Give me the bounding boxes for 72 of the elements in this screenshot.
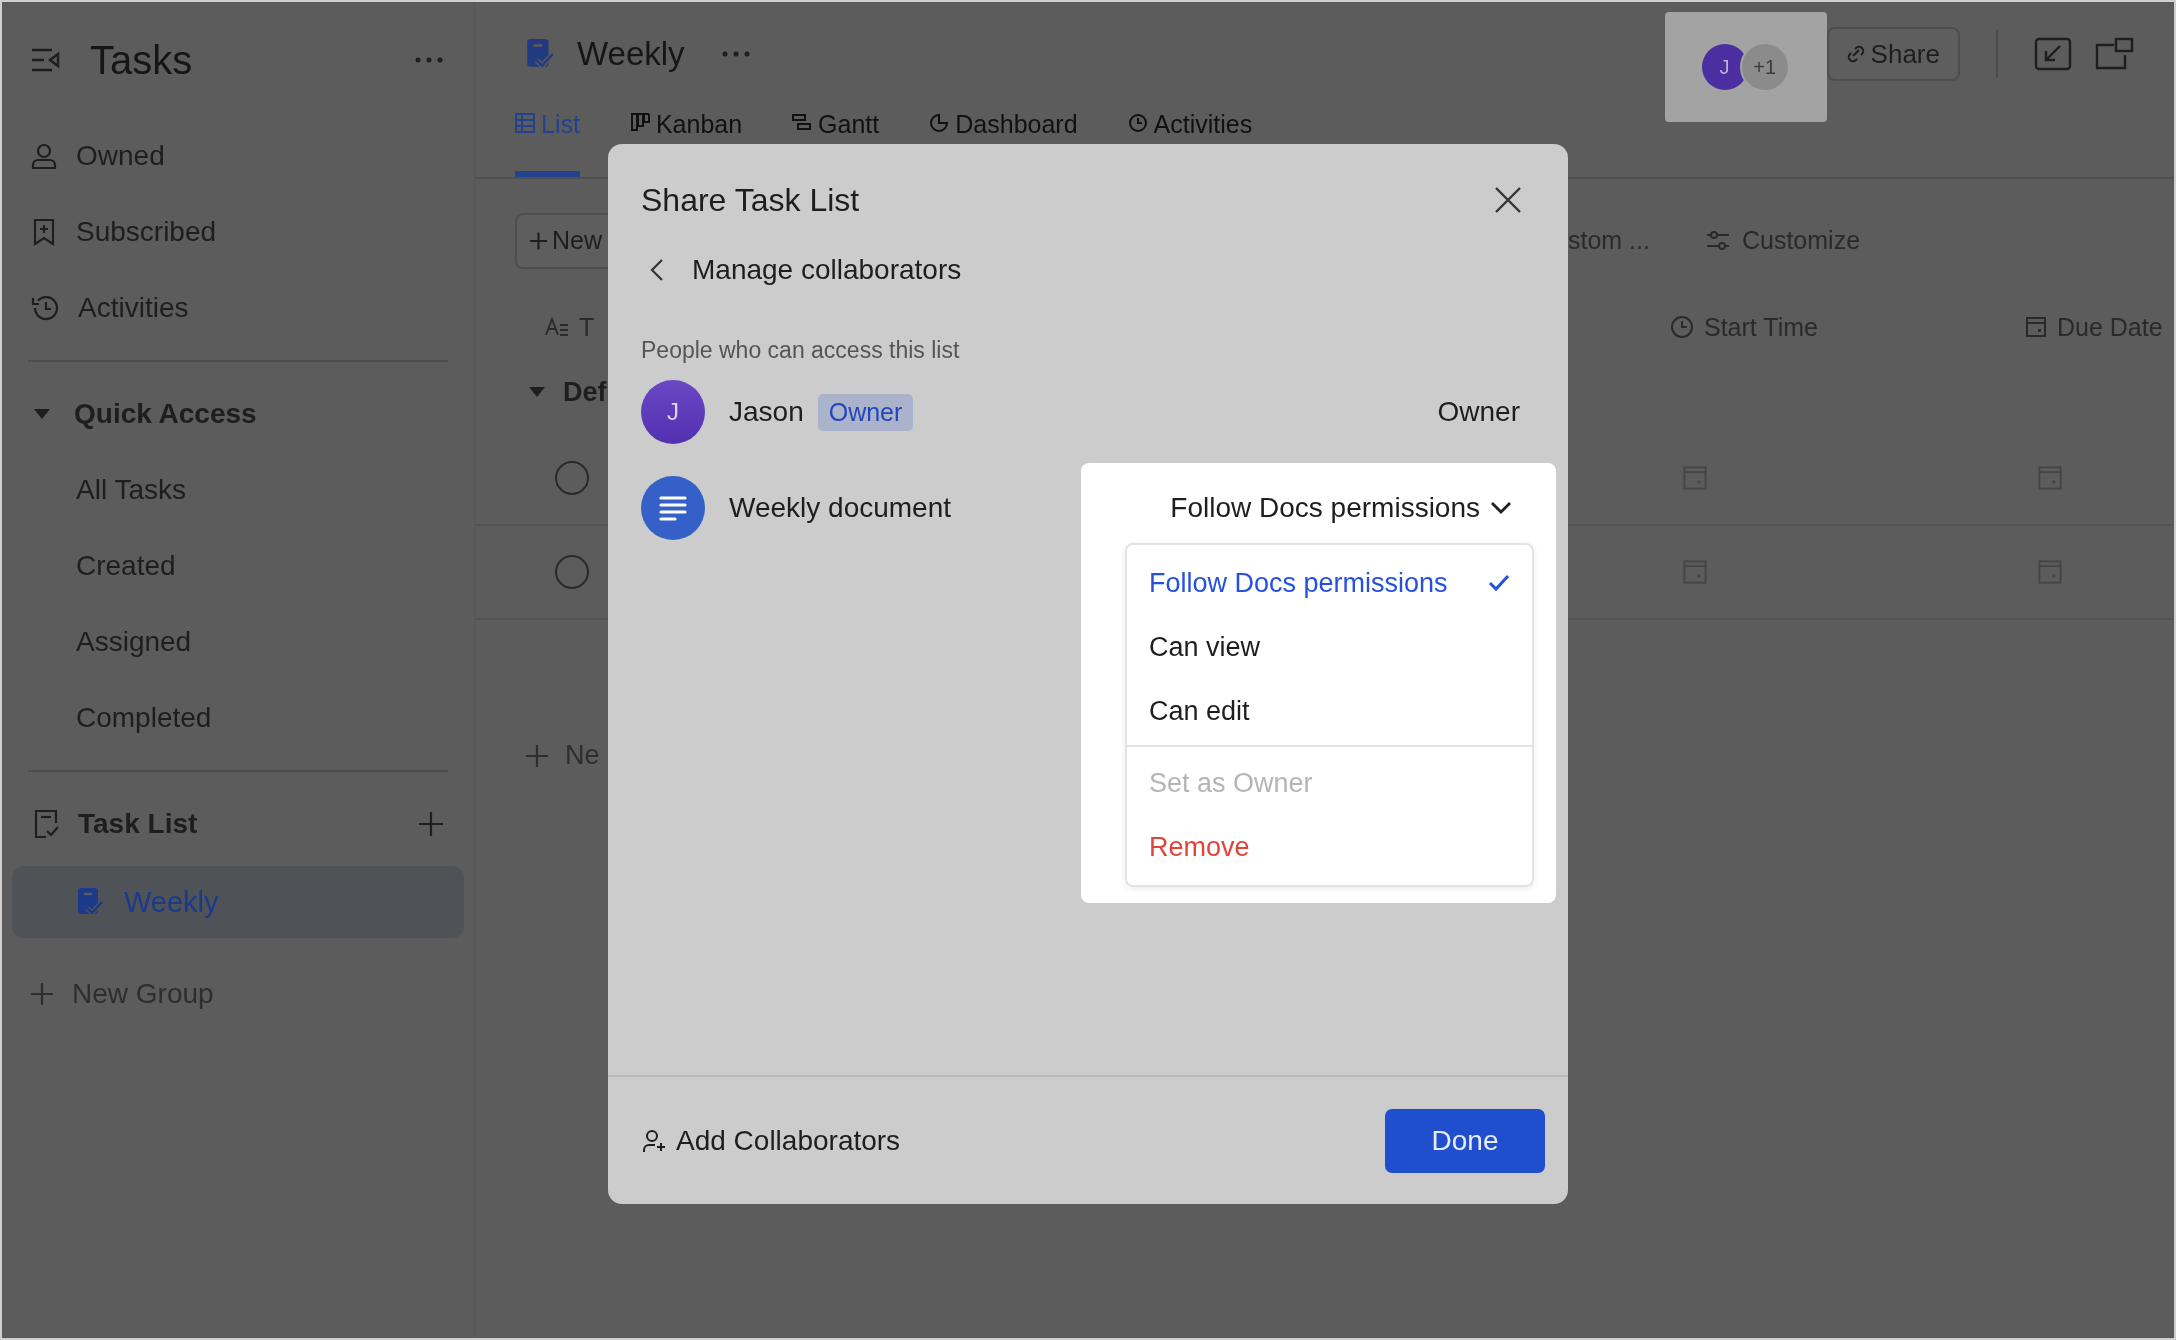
view-tab[interactable]: Gantt bbox=[792, 106, 880, 177]
collaborator-name: Jason bbox=[729, 396, 804, 428]
section-label: People who can access this list bbox=[640, 337, 961, 364]
close-icon[interactable] bbox=[1494, 186, 1522, 214]
collaborator-avatars[interactable]: J +1 bbox=[1664, 12, 1827, 122]
menu-option[interactable]: Can edit bbox=[1127, 679, 1532, 743]
collaborator-name: Weekly document bbox=[729, 492, 952, 524]
link-icon bbox=[1846, 43, 1865, 65]
quick-access-header[interactable]: Quick Access bbox=[12, 376, 464, 452]
sidebar-item[interactable]: Assigned bbox=[12, 604, 464, 680]
sidebar-title: Tasks bbox=[90, 37, 193, 83]
list-title: Weekly bbox=[577, 35, 685, 73]
chevron-down-icon bbox=[1490, 501, 1512, 515]
sliders-icon bbox=[1705, 229, 1730, 252]
more-count-badge: +1 bbox=[1739, 42, 1790, 92]
more-icon[interactable] bbox=[414, 56, 444, 64]
sidebar-item[interactable]: Completed bbox=[12, 680, 464, 756]
avatar: J bbox=[641, 380, 705, 444]
kanban-icon bbox=[629, 113, 650, 133]
view-tab[interactable]: Activities bbox=[1127, 106, 1253, 177]
role-label: Owner bbox=[1437, 396, 1520, 428]
new-task-button[interactable]: New bbox=[515, 212, 610, 269]
view-tab[interactable]: List bbox=[515, 106, 580, 177]
dialog-title: Share Task List bbox=[641, 181, 860, 219]
owner-tag: Owner bbox=[817, 393, 914, 431]
table-icon bbox=[515, 113, 535, 133]
plus-icon[interactable] bbox=[418, 811, 444, 837]
more-icon[interactable] bbox=[720, 50, 751, 58]
sidebar-item[interactable]: All Tasks bbox=[12, 452, 464, 528]
clock-icon bbox=[1127, 113, 1148, 133]
checklist-icon bbox=[76, 887, 104, 917]
plus-icon bbox=[30, 982, 54, 1006]
clock-icon bbox=[1670, 315, 1694, 339]
sidebar-item[interactable]: Subscribed bbox=[12, 194, 464, 270]
task-checkbox[interactable] bbox=[555, 555, 589, 589]
plus-icon bbox=[529, 230, 548, 251]
view-tab[interactable]: Kanban bbox=[629, 106, 743, 177]
person-icon bbox=[30, 142, 58, 170]
sidebar-item[interactable]: Owned bbox=[12, 118, 464, 194]
menu-option[interactable]: Remove bbox=[1127, 815, 1532, 879]
new-window-icon[interactable] bbox=[2094, 37, 2134, 71]
calendar-icon bbox=[2025, 316, 2047, 338]
collapse-sidebar-icon[interactable] bbox=[30, 47, 60, 73]
checklist-icon bbox=[525, 38, 555, 70]
add-collaborators-button[interactable]: Add Collaborators bbox=[636, 1123, 907, 1158]
calendar-icon[interactable] bbox=[2037, 465, 2063, 491]
checkmark-icon bbox=[1488, 574, 1510, 592]
calendar-icon[interactable] bbox=[2037, 559, 2063, 585]
menu-option[interactable]: Follow Docs permissions bbox=[1127, 551, 1532, 615]
task-list-icon bbox=[32, 809, 60, 839]
text-icon bbox=[545, 317, 569, 337]
collapse-icon[interactable] bbox=[2034, 37, 2072, 71]
task-checkbox[interactable] bbox=[555, 461, 589, 495]
back-icon[interactable] bbox=[650, 258, 664, 282]
permission-dropdown[interactable]: Follow Docs permissions bbox=[1125, 473, 1534, 543]
plus-icon bbox=[525, 743, 549, 768]
triangle-icon bbox=[527, 385, 547, 399]
task-list-label: Task List bbox=[78, 808, 198, 840]
view-tab[interactable]: Dashboard bbox=[929, 106, 1078, 177]
share-button[interactable]: Share bbox=[1826, 27, 1960, 81]
history-icon bbox=[30, 294, 60, 322]
calendar-icon[interactable] bbox=[1682, 465, 1708, 491]
done-button[interactable]: Done bbox=[1385, 1108, 1545, 1173]
sidebar-item[interactable]: Activities bbox=[12, 270, 464, 346]
add-person-icon bbox=[642, 1127, 668, 1154]
gantt-icon bbox=[792, 113, 813, 133]
sidebar-item[interactable]: Created bbox=[12, 528, 464, 604]
dashboard-icon bbox=[929, 113, 950, 133]
dialog-subtitle: Manage collaborators bbox=[692, 254, 962, 286]
triangle-icon bbox=[32, 407, 52, 421]
calendar-icon[interactable] bbox=[1682, 559, 1708, 585]
menu-option[interactable]: Can view bbox=[1127, 615, 1532, 679]
